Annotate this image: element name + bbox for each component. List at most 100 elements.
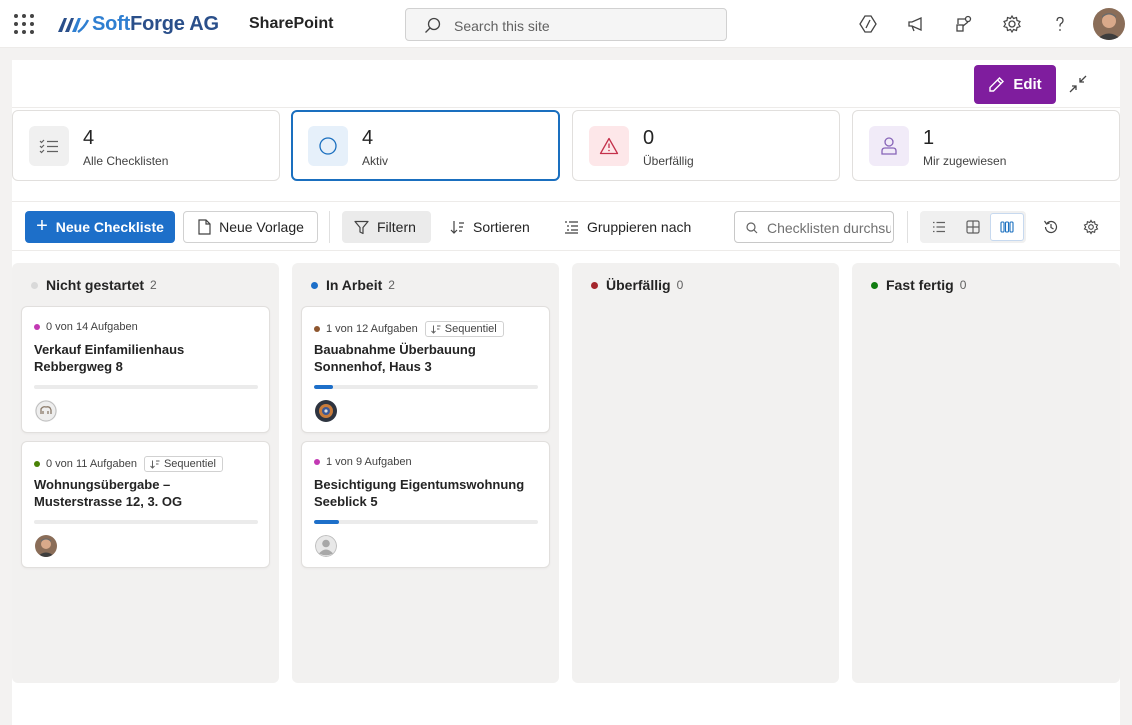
filter-label: Filtern — [377, 219, 416, 235]
board-column-in-progress: In Arbeit 2 1 von 12 Aufgaben Sequentiel… — [292, 263, 559, 683]
column-count: 2 — [150, 278, 157, 292]
person-icon — [869, 126, 909, 166]
edit-label: Edit — [1013, 76, 1042, 93]
filter-button[interactable]: Filtern — [342, 211, 431, 243]
assignee-avatar[interactable] — [35, 535, 57, 557]
sort-icon — [150, 460, 160, 469]
card-task-count: 0 von 11 Aufgaben Sequentiel — [34, 456, 223, 472]
filter-icon — [354, 220, 369, 234]
status-dot — [871, 281, 878, 289]
group-icon — [565, 220, 578, 234]
checklist-webpart: Edit 4 Alle Checklisten 4 Aktiv 0 Überfä… — [12, 60, 1120, 725]
plus-icon: + — [36, 214, 48, 237]
stat-card-all[interactable]: 4 Alle Checklisten — [12, 110, 280, 181]
stat-label: Aktiv — [362, 154, 389, 168]
card-title: Bauabnahme Überbauung Sonnenhof, Haus 3 — [314, 342, 476, 374]
checklist-card[interactable]: 0 von 14 Aufgaben Verkauf Einfamilienhau… — [21, 306, 270, 433]
app-launcher-icon[interactable] — [14, 14, 34, 34]
category-dot — [314, 459, 320, 465]
collapse-icon[interactable] — [1068, 74, 1088, 94]
card-task-count: 1 von 12 Aufgaben Sequentiel — [314, 321, 504, 337]
user-avatar[interactable] — [1093, 8, 1125, 40]
stat-card-assigned[interactable]: 1 Mir zugewiesen — [852, 110, 1120, 181]
sequential-badge: Sequentiel — [143, 456, 223, 472]
category-dot — [34, 461, 40, 467]
column-title: Nicht gestartet — [46, 277, 145, 293]
stat-card-active[interactable]: 4 Aktiv — [291, 110, 560, 181]
assignee-avatar[interactable] — [35, 400, 57, 422]
progress-bar — [34, 385, 258, 389]
category-dot — [314, 326, 320, 332]
card-task-count: 0 von 14 Aufgaben — [34, 321, 138, 333]
document-icon — [198, 219, 211, 235]
warning-icon — [589, 126, 629, 166]
progress-bar — [314, 520, 538, 524]
column-header: Überfällig 0 — [591, 277, 683, 293]
checklist-search-input[interactable]: Checklisten durchsuchen — [767, 220, 891, 236]
status-dot — [31, 281, 38, 289]
new-template-button[interactable]: Neue Vorlage — [183, 211, 318, 243]
sort-button[interactable]: Sortieren — [438, 211, 542, 243]
board-column-not-started: Nicht gestartet 2 0 von 14 Aufgaben Verk… — [12, 263, 279, 683]
history-icon[interactable] — [1041, 217, 1061, 237]
status-dot — [311, 281, 318, 289]
board-column-overdue: Überfällig 0 — [572, 263, 839, 683]
copilot-icon[interactable] — [856, 12, 880, 36]
brand-name: SoftForge AG — [92, 12, 219, 35]
list-view-icon[interactable] — [922, 213, 956, 241]
column-header: In Arbeit 2 — [311, 277, 395, 293]
checklist-icon — [29, 126, 69, 166]
sort-icon — [450, 220, 464, 234]
board-view-icon[interactable] — [990, 213, 1024, 241]
column-title: Fast fertig — [886, 277, 954, 293]
card-title: Besichtigung Eigentumswohnung Seeblick 5 — [314, 477, 525, 509]
site-search-box[interactable]: Search this site — [405, 8, 727, 41]
progress-bar — [34, 520, 258, 524]
board-settings-icon[interactable] — [1081, 217, 1101, 237]
column-count: 0 — [676, 278, 684, 292]
stat-card-overdue[interactable]: 0 Überfällig — [572, 110, 840, 181]
stat-value: 4 — [362, 127, 374, 149]
stat-value: 0 — [643, 127, 655, 149]
stat-value: 1 — [923, 127, 935, 149]
sequential-badge: Sequentiel — [424, 321, 504, 337]
circle-icon — [308, 126, 348, 166]
progress-bar — [314, 385, 538, 389]
status-dot — [591, 281, 598, 289]
search-input[interactable]: Search this site — [454, 18, 550, 34]
category-dot — [34, 324, 40, 330]
stat-label: Überfällig — [643, 154, 694, 168]
group-by-label: Gruppieren nach — [587, 219, 692, 235]
grid-view-icon[interactable] — [956, 213, 990, 241]
softforge-logo-icon — [58, 18, 90, 34]
column-count: 0 — [959, 278, 967, 292]
toolbar-divider — [907, 211, 908, 243]
app-name[interactable]: SharePoint — [249, 15, 333, 33]
sort-icon — [430, 325, 441, 334]
share-icon[interactable] — [952, 12, 976, 36]
column-title: Überfällig — [606, 277, 671, 293]
board-column-almost-done: Fast fertig 0 — [852, 263, 1120, 683]
group-by-button[interactable]: Gruppieren nach — [552, 211, 703, 243]
search-icon — [746, 222, 758, 234]
settings-icon[interactable] — [1000, 12, 1024, 36]
card-title: Wohnungsübergabe – Musterstrasse 12, 3. … — [34, 477, 183, 509]
new-checklist-button[interactable]: + Neue Checkliste — [25, 211, 175, 243]
assignee-avatar[interactable] — [315, 535, 337, 557]
checklist-card[interactable]: 0 von 11 Aufgaben Sequentiel Wohnungsübe… — [21, 441, 270, 568]
board-toolbar: + Neue Checkliste Neue Vorlage Filtern S… — [12, 201, 1120, 251]
assignee-avatar[interactable] — [315, 400, 337, 422]
stat-label: Mir zugewiesen — [923, 154, 1007, 168]
stat-value: 4 — [83, 127, 95, 149]
column-title: In Arbeit — [326, 277, 383, 293]
checklist-card[interactable]: 1 von 9 Aufgaben Besichtigung Eigentumsw… — [301, 441, 550, 568]
help-icon[interactable] — [1048, 12, 1072, 36]
site-logo[interactable]: SoftForge AG — [56, 12, 219, 36]
edit-button[interactable]: Edit — [974, 65, 1056, 104]
megaphone-icon[interactable] — [904, 12, 928, 36]
card-task-count: 1 von 9 Aufgaben — [314, 456, 412, 468]
checklist-card[interactable]: 1 von 12 Aufgaben Sequentiel Bauabnahme … — [301, 306, 550, 433]
search-icon — [425, 17, 441, 33]
new-template-label: Neue Vorlage — [219, 219, 304, 235]
checklist-search-box[interactable]: Checklisten durchsuchen — [734, 211, 894, 243]
